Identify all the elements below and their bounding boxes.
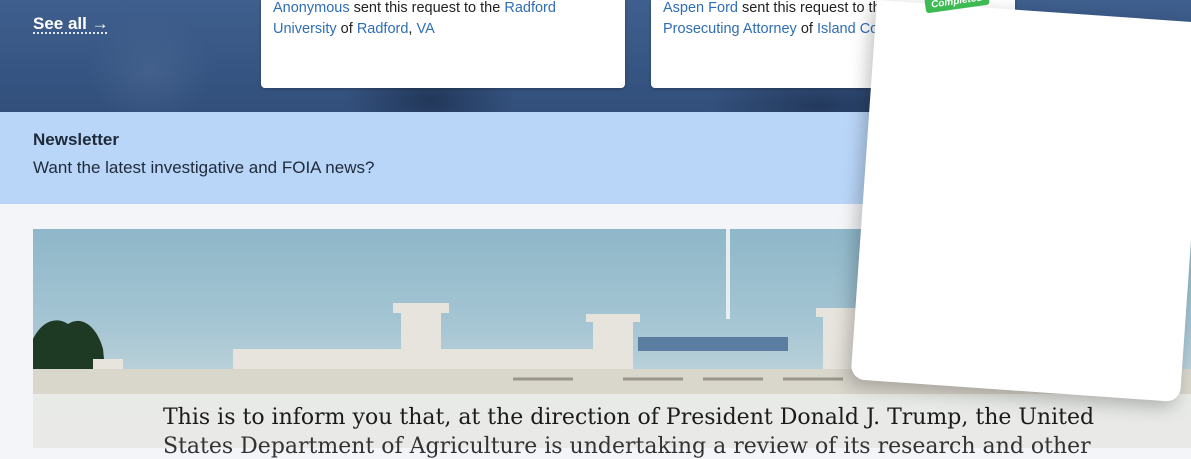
document-line: This is to inform you that, at the direc… (163, 405, 1095, 430)
card-text: sent this request to the (737, 0, 889, 16)
agency-link[interactable]: Radford (504, 0, 556, 16)
overlay-card[interactable] (850, 0, 1191, 403)
requester-link[interactable]: Anonymous (273, 0, 350, 16)
place-link[interactable]: Radford (357, 21, 409, 37)
newsletter-title: Newsletter (33, 130, 119, 149)
request-card[interactable]: Anonymous sent this request to the Radfo… (261, 0, 625, 88)
agency-link[interactable]: Prosecuting Attorney (663, 21, 797, 37)
card-text: of (796, 21, 817, 37)
agency-link-continued[interactable]: University (273, 21, 337, 37)
document-line: States Department of Agriculture is unde… (163, 434, 1091, 459)
see-all-link[interactable]: See all → (33, 14, 109, 34)
document-excerpt: This is to inform you that, at the direc… (33, 394, 1191, 459)
card-text: sent this request to the (349, 0, 505, 16)
newsletter-subtitle: Want the latest investigative and FOIA n… (33, 158, 375, 177)
card-text: of (336, 21, 357, 37)
state-link[interactable]: VA (416, 21, 434, 37)
requester-link[interactable]: Aspen Ford (663, 0, 738, 16)
